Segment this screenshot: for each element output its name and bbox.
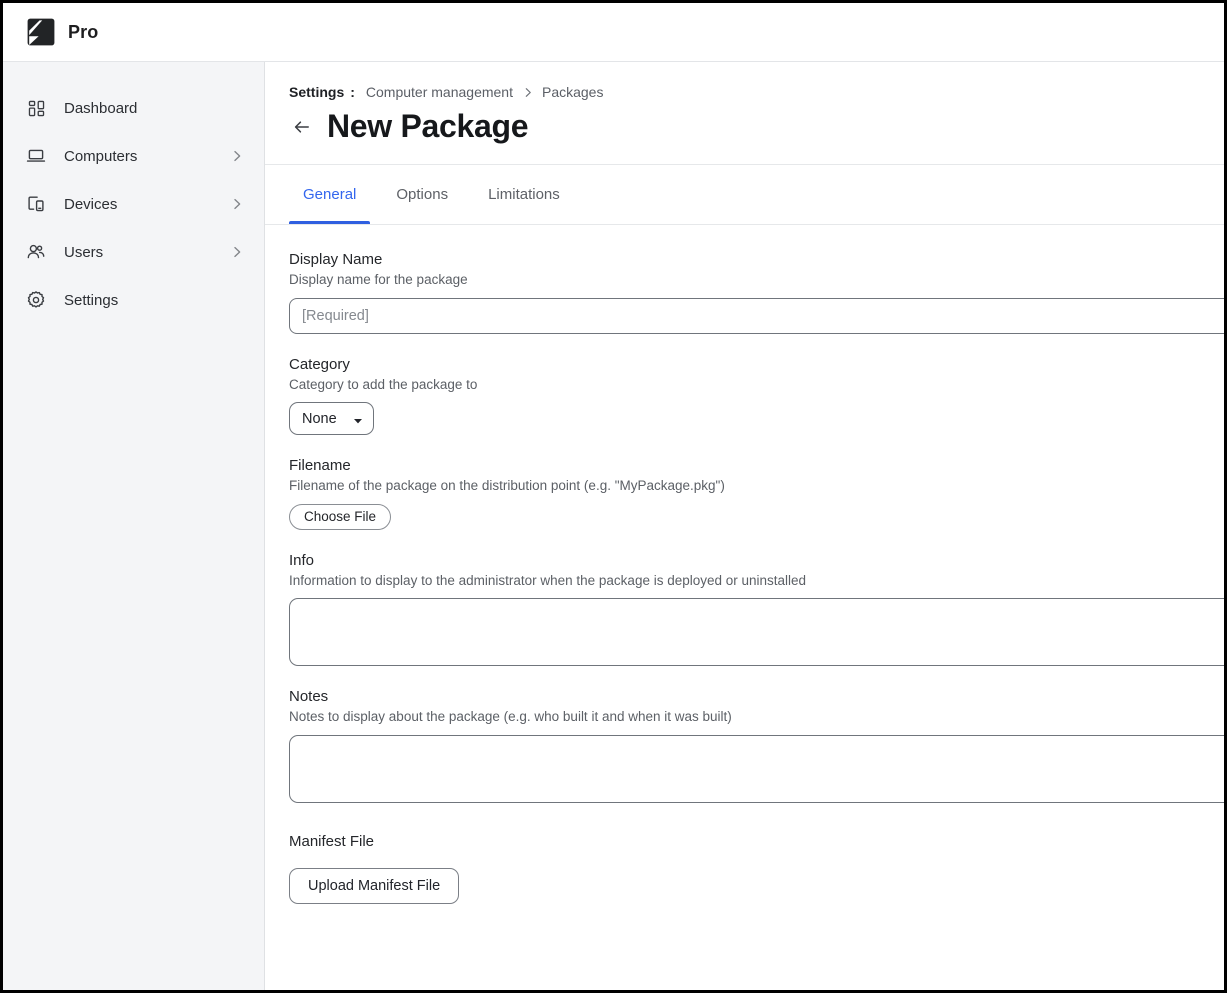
breadcrumb-item-computer-management[interactable]: Computer management — [366, 84, 513, 100]
brand[interactable]: Pro — [27, 18, 98, 46]
field-manifest-file: Manifest File Upload Manifest File — [289, 833, 1224, 904]
general-tab-form: Display Name Display name for the packag… — [265, 225, 1224, 990]
field-category: Category Category to add the package to … — [289, 356, 1224, 436]
tab-general[interactable]: General — [289, 165, 370, 224]
users-icon — [26, 242, 46, 262]
app-window: Pro Dashboard — [0, 0, 1227, 993]
sidebar-item-computers[interactable]: Computers — [3, 132, 264, 180]
tab-label: Limitations — [488, 186, 560, 203]
sidebar-item-label: Settings — [64, 292, 244, 309]
upload-manifest-file-button[interactable]: Upload Manifest File — [289, 868, 459, 904]
field-display-name: Display Name Display name for the packag… — [289, 251, 1224, 334]
sidebar-item-label: Dashboard — [64, 100, 244, 117]
field-help-text: Information to display to the administra… — [289, 572, 1224, 590]
chevron-down-icon — [353, 414, 363, 424]
tab-bar: General Options Limitations — [265, 165, 1224, 225]
field-label: Display Name — [289, 251, 1224, 268]
page-header: Settings : Computer management Packages — [265, 62, 1224, 165]
field-notes: Notes Notes to display about the package… — [289, 688, 1224, 803]
field-label: Category — [289, 356, 1224, 373]
sidebar-item-users[interactable]: Users — [3, 228, 264, 276]
chevron-right-icon — [230, 245, 244, 259]
main-content: Settings : Computer management Packages — [265, 62, 1224, 990]
field-label: Filename — [289, 457, 1224, 474]
field-help-text: Display name for the package — [289, 271, 1224, 289]
tab-options[interactable]: Options — [382, 165, 462, 224]
chevron-right-icon — [230, 149, 244, 163]
sidebar-item-label: Computers — [64, 148, 230, 165]
dashboard-grid-icon — [26, 98, 46, 118]
title-row: New Package — [289, 109, 1224, 144]
breadcrumb: Settings : Computer management Packages — [289, 84, 1224, 100]
gear-icon — [26, 290, 46, 310]
sidebar-item-dashboard[interactable]: Dashboard — [3, 84, 264, 132]
breadcrumb-colon: : — [350, 84, 355, 100]
notes-textarea[interactable] — [289, 735, 1224, 803]
field-help-text: Category to add the package to — [289, 376, 1224, 394]
sidebar-item-label: Devices — [64, 196, 230, 213]
tab-label: General — [303, 186, 356, 203]
category-select-value: None — [302, 411, 337, 427]
brand-name: Pro — [68, 22, 98, 43]
tab-label: Options — [396, 186, 448, 203]
field-help-text: Notes to display about the package (e.g.… — [289, 708, 1224, 726]
chevron-right-icon — [230, 197, 244, 211]
display-name-input[interactable] — [289, 298, 1224, 334]
sidebar-item-devices[interactable]: Devices — [3, 180, 264, 228]
field-help-text: Filename of the package on the distribut… — [289, 477, 1224, 495]
page-title: New Package — [327, 109, 528, 144]
body-split: Dashboard Computers — [3, 62, 1224, 990]
field-label: Notes — [289, 688, 1224, 705]
breadcrumb-item-packages[interactable]: Packages — [542, 84, 603, 100]
tablet-phone-icon — [26, 194, 46, 214]
field-filename: Filename Filename of the package on the … — [289, 457, 1224, 530]
chevron-right-icon — [522, 86, 534, 98]
sidebar: Dashboard Computers — [3, 62, 265, 990]
tab-limitations[interactable]: Limitations — [474, 165, 574, 224]
laptop-icon — [26, 146, 46, 166]
top-bar: Pro — [3, 3, 1224, 62]
pro-logo-mark-icon — [27, 18, 55, 46]
breadcrumb-root[interactable]: Settings — [289, 84, 344, 100]
choose-file-button[interactable]: Choose File — [289, 504, 391, 530]
sidebar-item-settings[interactable]: Settings — [3, 276, 264, 324]
arrow-left-icon[interactable] — [291, 116, 313, 138]
sidebar-item-label: Users — [64, 244, 230, 261]
field-label: Info — [289, 552, 1224, 569]
field-info: Info Information to display to the admin… — [289, 552, 1224, 667]
info-textarea[interactable] — [289, 598, 1224, 666]
field-label: Manifest File — [289, 833, 1224, 850]
category-select[interactable]: None — [289, 402, 374, 435]
